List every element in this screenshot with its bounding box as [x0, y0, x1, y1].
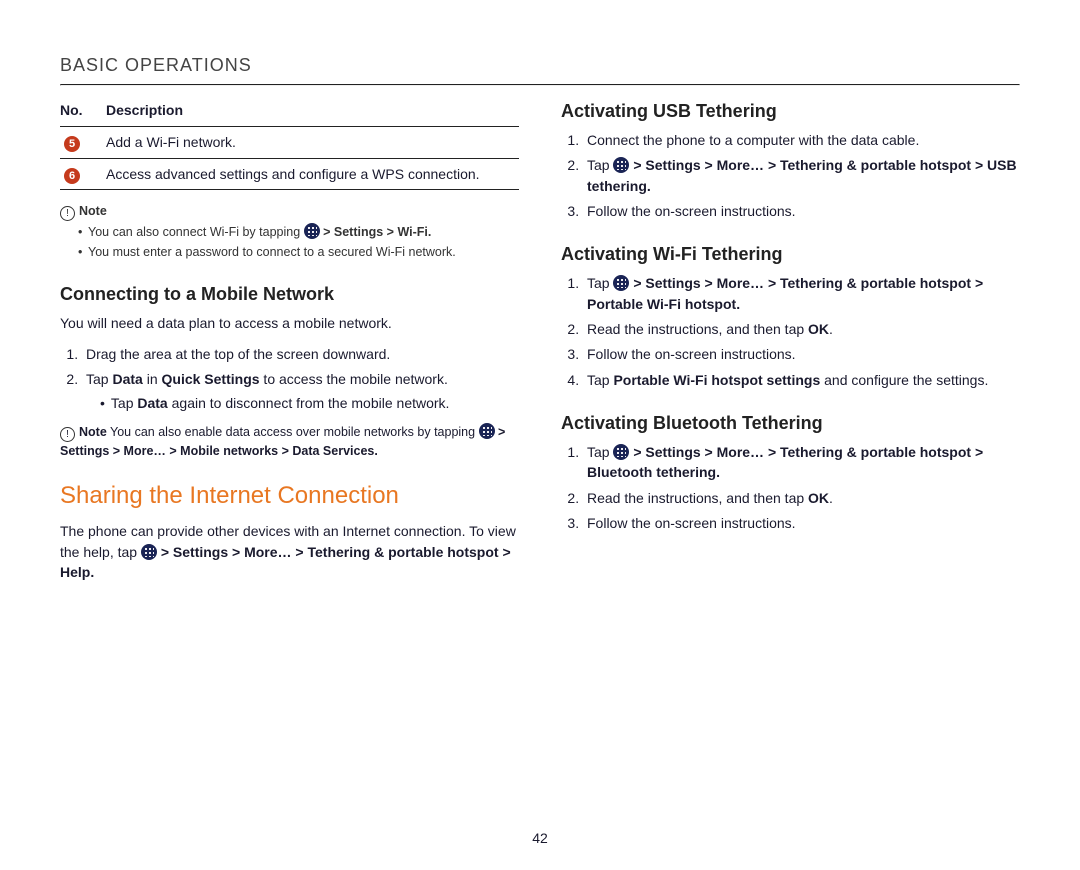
step: Tap > Settings > More… > Tethering & por… [583, 273, 1020, 314]
apps-icon [304, 223, 320, 239]
table-head-no: No. [60, 94, 106, 127]
left-column: No. Description 5 Add a Wi-Fi network. 6… [60, 94, 519, 818]
header-rule [60, 84, 1020, 86]
inline-note: !Note You can also enable data access ov… [60, 423, 519, 460]
main-heading: Sharing the Internet Connection [60, 479, 519, 514]
sub-list: Tap Data again to disconnect from the mo… [86, 393, 519, 413]
section-heading: Activating USB Tethering [561, 98, 1020, 124]
row-number-icon: 6 [64, 168, 80, 184]
table-head-desc: Description [106, 94, 519, 127]
section-heading: Activating Wi-Fi Tethering [561, 241, 1020, 267]
columns: No. Description 5 Add a Wi-Fi network. 6… [60, 94, 1020, 818]
table-row: 6 Access advanced settings and configure… [60, 158, 519, 189]
row-desc: Access advanced settings and configure a… [106, 158, 519, 189]
row-number-icon: 5 [64, 136, 80, 152]
step: Follow the on-screen instructions. [583, 513, 1020, 533]
note-item: You must enter a password to connect to … [78, 243, 519, 261]
steps-list: Tap > Settings > More… > Tethering & por… [561, 273, 1020, 389]
note-label: Note [79, 204, 107, 218]
page-number: 42 [60, 818, 1020, 870]
info-icon: ! [60, 427, 75, 442]
apps-icon [613, 444, 629, 460]
note-block: ! Note You can also connect Wi-Fi by tapp… [60, 202, 519, 261]
apps-icon [479, 423, 495, 439]
step: Drag the area at the top of the screen d… [82, 344, 519, 364]
sharing-intro: The phone can provide other devices with… [60, 521, 519, 582]
section-intro: You will need a data plan to access a mo… [60, 313, 519, 333]
step: Follow the on-screen instructions. [583, 201, 1020, 221]
row-desc: Add a Wi-Fi network. [106, 127, 519, 158]
page-header: BASIC OPERATIONS [60, 55, 1020, 84]
step: Connect the phone to a computer with the… [583, 130, 1020, 150]
step: Tap > Settings > More… > Tethering & por… [583, 442, 1020, 483]
section-heading: Connecting to a Mobile Network [60, 281, 519, 307]
steps-list: Tap > Settings > More… > Tethering & por… [561, 442, 1020, 533]
note-list: You can also connect Wi-Fi by tapping > … [78, 223, 519, 261]
step: Tap Data in Quick Settings to access the… [82, 369, 519, 414]
steps-list: Drag the area at the top of the screen d… [60, 344, 519, 414]
table-row: 5 Add a Wi-Fi network. [60, 127, 519, 158]
sub-item: Tap Data again to disconnect from the mo… [100, 393, 519, 413]
steps-list: Connect the phone to a computer with the… [561, 130, 1020, 221]
info-icon: ! [60, 206, 75, 221]
apps-icon [613, 275, 629, 291]
apps-icon [613, 157, 629, 173]
step: Tap > Settings > More… > Tethering & por… [583, 155, 1020, 196]
page-container: BASIC OPERATIONS No. Description 5 Add a… [0, 0, 1080, 870]
step: Tap Portable Wi-Fi hotspot settings and … [583, 370, 1020, 390]
description-table: No. Description 5 Add a Wi-Fi network. 6… [60, 94, 519, 190]
step: Read the instructions, and then tap OK. [583, 488, 1020, 508]
apps-icon [141, 544, 157, 560]
step: Follow the on-screen instructions. [583, 344, 1020, 364]
step: Read the instructions, and then tap OK. [583, 319, 1020, 339]
note-item: You can also connect Wi-Fi by tapping > … [78, 223, 519, 241]
section-heading: Activating Bluetooth Tethering [561, 410, 1020, 436]
right-column: Activating USB Tethering Connect the pho… [561, 94, 1020, 818]
